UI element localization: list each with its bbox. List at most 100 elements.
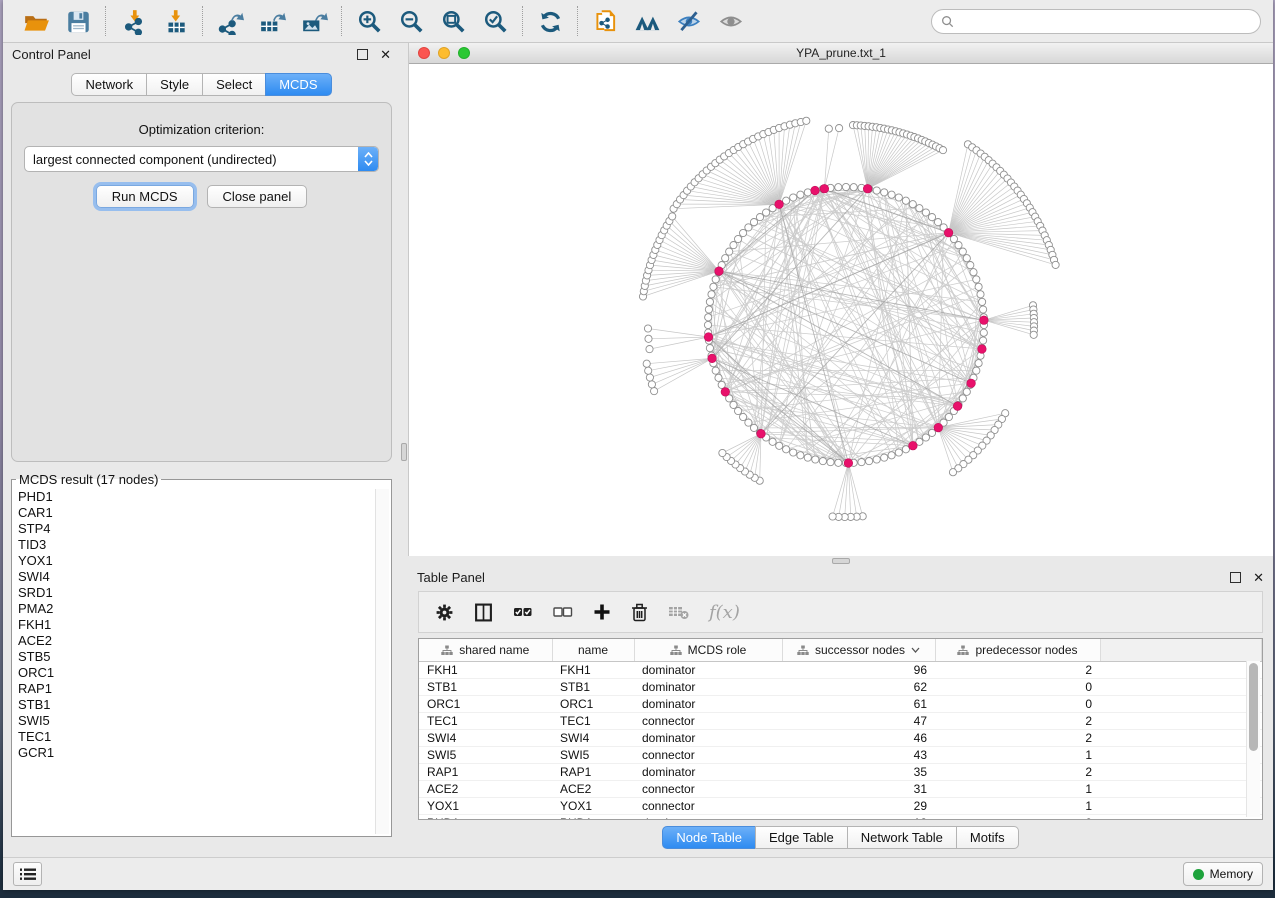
- graph-node[interactable]: [895, 449, 902, 456]
- table-cell[interactable]: 35: [782, 764, 935, 781]
- graph-node[interactable]: [825, 125, 832, 132]
- table-cell[interactable]: 61: [782, 696, 935, 713]
- hide-selected-button[interactable]: [674, 6, 704, 36]
- graph-hub-node[interactable]: [704, 333, 713, 342]
- table-cell[interactable]: dominator: [634, 679, 782, 696]
- graph-node[interactable]: [835, 184, 842, 191]
- graph-node[interactable]: [804, 189, 811, 196]
- table-cell[interactable]: TEC1: [419, 713, 552, 730]
- graph-node[interactable]: [975, 360, 982, 367]
- first-neighbors-button[interactable]: [632, 6, 662, 36]
- close-window-icon[interactable]: [418, 47, 430, 59]
- graph-node[interactable]: [980, 329, 987, 336]
- graph-node[interactable]: [756, 214, 763, 221]
- mcds-result-item[interactable]: PMA2: [14, 601, 375, 617]
- import-network-button[interactable]: [118, 6, 148, 36]
- table-cell[interactable]: 2: [935, 764, 1100, 781]
- select-all-button[interactable]: [513, 603, 533, 621]
- graph-node[interactable]: [959, 395, 966, 402]
- graph-node[interactable]: [902, 197, 909, 204]
- graph-node[interactable]: [909, 201, 916, 208]
- graph-hub-node[interactable]: [708, 354, 717, 363]
- graph-node[interactable]: [973, 276, 980, 283]
- graph-node[interactable]: [970, 269, 977, 276]
- mcds-result-item[interactable]: ORC1: [14, 665, 375, 681]
- zoom-in-button[interactable]: [354, 6, 384, 36]
- graph-node[interactable]: [706, 345, 713, 352]
- graph-node[interactable]: [705, 314, 712, 321]
- table-cell[interactable]: ORC1: [552, 696, 634, 713]
- graph-node[interactable]: [735, 235, 742, 242]
- graph-hub-node[interactable]: [820, 184, 829, 193]
- search-box[interactable]: [931, 9, 1261, 34]
- table-cell[interactable]: 96: [782, 662, 935, 679]
- horizontal-splitter[interactable]: [408, 556, 1273, 566]
- mcds-result-item[interactable]: ACE2: [14, 633, 375, 649]
- optimization-criterion-select[interactable]: largest connected component (undirected): [24, 146, 379, 172]
- graph-node[interactable]: [836, 125, 843, 132]
- graph-node[interactable]: [710, 283, 717, 290]
- graph-hub-node[interactable]: [715, 267, 724, 276]
- mcds-list-scrollbar[interactable]: [375, 489, 389, 834]
- table-cell[interactable]: connector: [634, 747, 782, 764]
- table-cell[interactable]: 1: [935, 781, 1100, 798]
- table-row[interactable]: TEC1TEC1connector472: [419, 713, 1262, 730]
- table-cell[interactable]: RAP1: [552, 764, 634, 781]
- maximize-window-icon[interactable]: [458, 47, 470, 59]
- tab-network[interactable]: Network: [71, 73, 147, 96]
- column-header-name[interactable]: name: [552, 639, 634, 662]
- graph-node[interactable]: [706, 298, 713, 305]
- graph-node[interactable]: [740, 413, 747, 420]
- table-row[interactable]: YOX1YOX1connector291: [419, 798, 1262, 815]
- graph-hub-node[interactable]: [944, 228, 953, 237]
- table-row[interactable]: FKH1FKH1dominator962: [419, 662, 1262, 679]
- graph-node[interactable]: [745, 224, 752, 231]
- mcds-result-item[interactable]: TEC1: [14, 729, 375, 745]
- import-table-button[interactable]: [160, 6, 190, 36]
- graph-node[interactable]: [980, 337, 987, 344]
- graph-node[interactable]: [888, 452, 895, 459]
- graph-node[interactable]: [939, 147, 946, 154]
- table-cell[interactable]: 43: [782, 747, 935, 764]
- graph-node[interactable]: [645, 335, 652, 342]
- refresh-button[interactable]: [535, 6, 565, 36]
- table-cell[interactable]: SWI4: [419, 730, 552, 747]
- graph-node[interactable]: [763, 209, 770, 216]
- table-cell[interactable]: connector: [634, 798, 782, 815]
- table-cell[interactable]: dominator: [634, 815, 782, 821]
- table-cell[interactable]: dominator: [634, 730, 782, 747]
- mcds-result-item[interactable]: STB5: [14, 649, 375, 665]
- graph-node[interactable]: [730, 401, 737, 408]
- table-cell[interactable]: YOX1: [552, 798, 634, 815]
- table-cell[interactable]: SWI5: [552, 747, 634, 764]
- graph-node[interactable]: [704, 321, 711, 328]
- graph-node[interactable]: [790, 449, 797, 456]
- table-cell[interactable]: STB1: [419, 679, 552, 696]
- table-cell[interactable]: 47: [782, 713, 935, 730]
- horizontal-splitter-handle[interactable]: [832, 558, 850, 564]
- graph-node[interactable]: [735, 407, 742, 414]
- minimize-window-icon[interactable]: [438, 47, 450, 59]
- graph-node[interactable]: [881, 189, 888, 196]
- table-cell[interactable]: 1: [935, 747, 1100, 764]
- open-folder-button[interactable]: [21, 6, 51, 36]
- tab-motifs[interactable]: Motifs: [956, 826, 1019, 849]
- graph-hub-node[interactable]: [844, 459, 853, 468]
- graph-node[interactable]: [858, 459, 865, 466]
- tab-edge-table[interactable]: Edge Table: [755, 826, 848, 849]
- table-row[interactable]: RAP1RAP1dominator352: [419, 764, 1262, 781]
- zoom-fit-button[interactable]: [438, 6, 468, 36]
- close-table-panel-icon[interactable]: ✕: [1253, 571, 1264, 584]
- tab-mcds[interactable]: MCDS: [265, 73, 331, 96]
- zoom-out-button[interactable]: [396, 6, 426, 36]
- delete-row-button[interactable]: [631, 603, 648, 622]
- graph-node[interactable]: [669, 213, 676, 220]
- graph-node[interactable]: [866, 458, 873, 465]
- vertical-splitter[interactable]: [400, 43, 408, 857]
- table-cell[interactable]: FKH1: [552, 662, 634, 679]
- column-header-predecessor-nodes[interactable]: predecessor nodes: [935, 639, 1100, 662]
- table-cell[interactable]: ACE2: [419, 781, 552, 798]
- graph-node[interactable]: [888, 191, 895, 198]
- graph-node[interactable]: [850, 184, 857, 191]
- graph-node[interactable]: [973, 367, 980, 374]
